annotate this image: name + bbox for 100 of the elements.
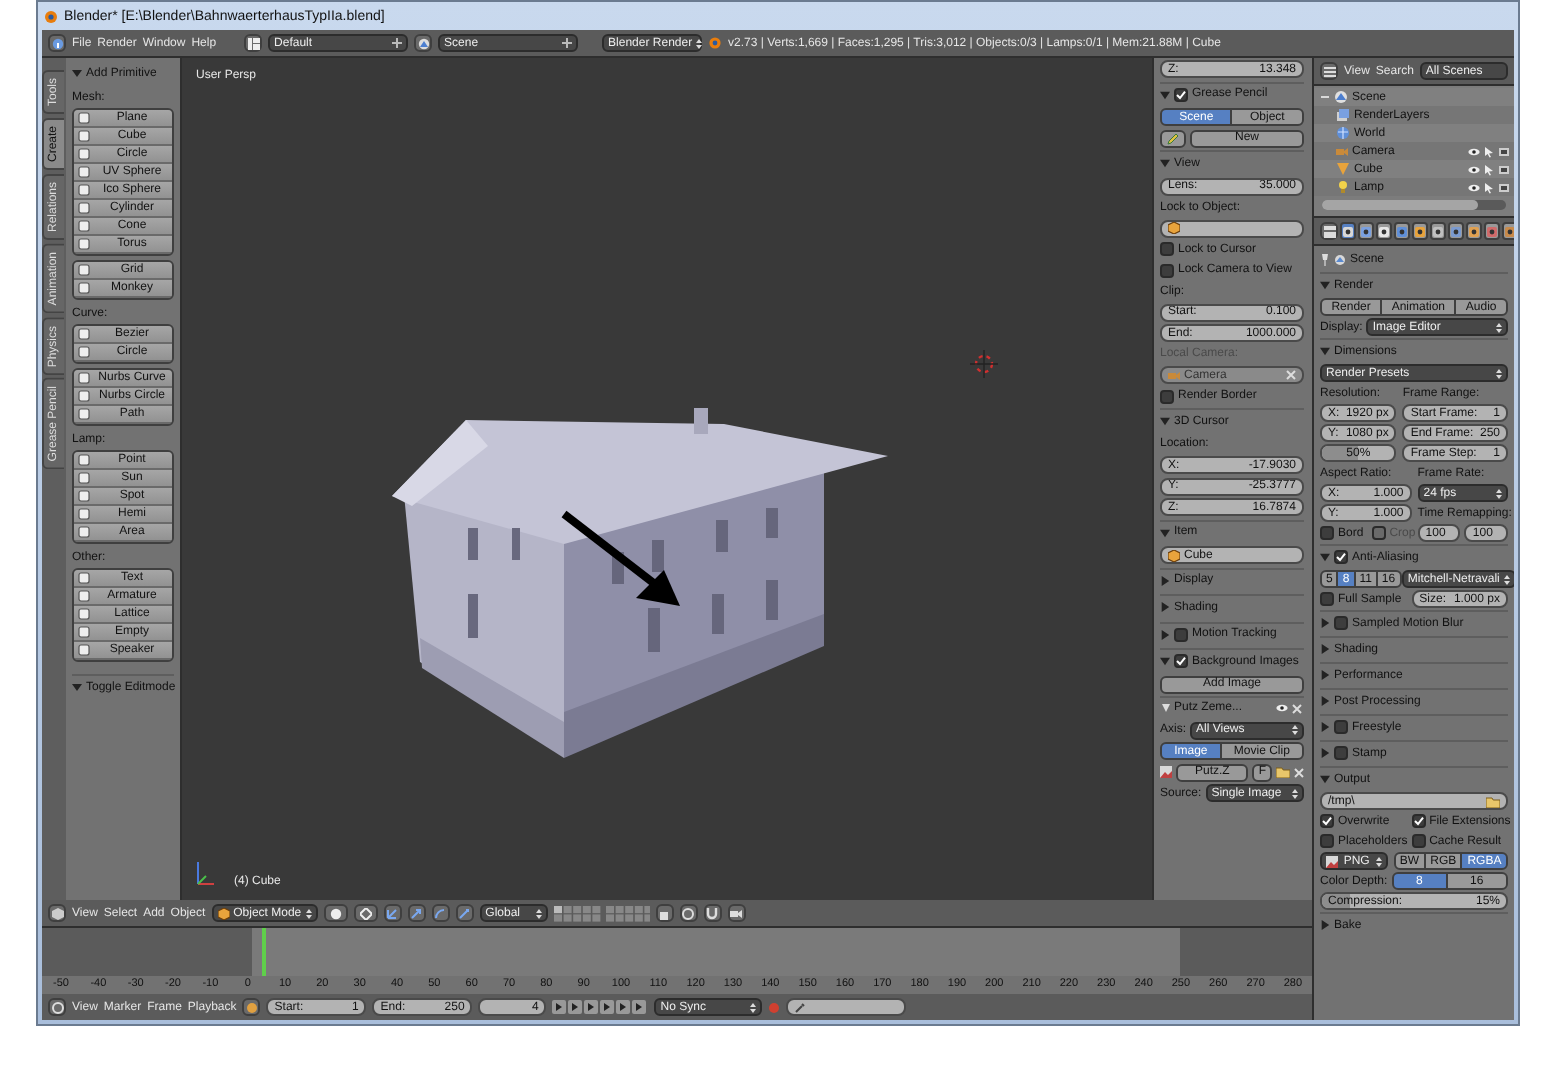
pin-icon — [1320, 253, 1330, 265]
pencil-button[interactable] — [1160, 129, 1186, 147]
checkbox[interactable] — [1411, 834, 1426, 848]
render-button[interactable] — [727, 904, 746, 922]
layout-button[interactable] — [244, 34, 263, 52]
property-tab[interactable] — [1502, 222, 1514, 240]
checkbox[interactable] — [1174, 654, 1188, 668]
property-tab[interactable] — [1358, 222, 1374, 240]
folder-icon — [1276, 766, 1290, 778]
updown-icon — [1292, 787, 1298, 799]
render-icon — [1498, 181, 1510, 193]
checkbox[interactable] — [1320, 526, 1334, 540]
manipulator-icon — [386, 907, 399, 919]
property-tab[interactable] — [1430, 222, 1446, 240]
layout-icon — [247, 37, 260, 49]
keying-set-field[interactable] — [786, 998, 907, 1016]
disclosure-triangle-icon — [72, 68, 82, 78]
layers-grid-icon — [553, 905, 650, 921]
blender-logo-icon — [708, 36, 723, 50]
updown-icon — [750, 1001, 757, 1013]
editor-type-button[interactable] — [48, 34, 66, 52]
close-icon — [1286, 370, 1296, 380]
pivot-button[interactable] — [353, 904, 378, 922]
checkbox[interactable] — [1160, 242, 1174, 256]
magnet-icon — [706, 907, 719, 919]
circle-icon — [682, 907, 695, 919]
checkbox[interactable] — [1334, 720, 1348, 734]
eye-icon[interactable] — [1468, 165, 1480, 173]
updown-icon — [1375, 855, 1382, 867]
render-icon — [1498, 163, 1510, 175]
editor-type-button[interactable] — [48, 904, 66, 922]
image-icon — [1160, 766, 1172, 778]
checkbox[interactable] — [1320, 592, 1334, 606]
updown-icon — [1496, 367, 1502, 379]
lamp-icon — [1336, 180, 1350, 194]
property-tab[interactable] — [1448, 222, 1464, 240]
scrollbar[interactable] — [1322, 200, 1506, 210]
disclosure-triangle-icon — [72, 682, 82, 692]
add-icon — [562, 38, 573, 48]
checkbox[interactable] — [1334, 616, 1348, 630]
checkbox[interactable] — [1174, 627, 1188, 641]
translate-button[interactable] — [407, 904, 426, 922]
rotate-button[interactable] — [431, 904, 450, 922]
lock-button[interactable] — [655, 904, 674, 922]
shading-button[interactable] — [323, 904, 348, 922]
image-icon — [1326, 855, 1338, 867]
updown-icon — [696, 37, 703, 49]
updown-icon — [1496, 487, 1502, 499]
property-tab[interactable] — [1412, 222, 1428, 240]
key-icon — [794, 1001, 807, 1013]
checkbox[interactable] — [1160, 389, 1174, 403]
manipulator-button[interactable] — [383, 904, 402, 922]
rotate-icon — [434, 907, 447, 919]
updown-icon — [305, 907, 312, 919]
editor-type-button[interactable] — [48, 998, 66, 1016]
snap-button[interactable] — [703, 904, 722, 922]
editor-type-button[interactable] — [1320, 222, 1338, 240]
lock-icon — [658, 907, 671, 919]
property-tab[interactable] — [1466, 222, 1482, 240]
scale-button[interactable] — [455, 904, 474, 922]
checkbox[interactable] — [1320, 814, 1334, 828]
updown-icon — [1503, 573, 1510, 585]
property-tab[interactable] — [1484, 222, 1500, 240]
checkbox[interactable] — [1320, 834, 1334, 848]
close-icon — [1292, 703, 1302, 713]
scene-button[interactable] — [414, 34, 433, 52]
close-icon — [1294, 767, 1304, 777]
checkbox[interactable] — [1160, 263, 1174, 277]
property-tab[interactable] — [1376, 222, 1392, 240]
info-icon — [51, 37, 63, 49]
arrow-icon — [561, 510, 680, 606]
editor-type-button[interactable] — [1320, 62, 1338, 80]
proportional-button[interactable] — [679, 904, 698, 922]
checkbox[interactable] — [1174, 87, 1188, 101]
render-icon — [1498, 145, 1510, 157]
preview-range-button[interactable] — [242, 998, 261, 1016]
checkbox[interactable] — [1411, 814, 1426, 828]
eye-icon[interactable] — [1468, 183, 1480, 191]
blender-logo-icon — [42, 8, 58, 24]
arrow-icon — [410, 907, 423, 919]
updown-icon — [1496, 321, 1502, 333]
updown-icon — [1292, 724, 1298, 736]
checkbox[interactable] — [1334, 550, 1348, 564]
axis-icon — [197, 861, 215, 885]
text-field[interactable] — [1160, 219, 1304, 237]
checkbox[interactable] — [1334, 746, 1348, 760]
clock-icon — [245, 1001, 258, 1013]
property-tab[interactable] — [1340, 222, 1356, 240]
record-icon — [768, 1001, 781, 1013]
scale-icon — [458, 907, 471, 919]
eye-icon — [1276, 704, 1288, 712]
property-tab[interactable] — [1394, 222, 1410, 240]
current-frame-line — [262, 928, 267, 976]
pencil-icon — [1166, 131, 1180, 145]
3d-cursor-icon — [969, 349, 999, 379]
layout-icon — [1323, 225, 1335, 237]
playback-controls-icon — [552, 1000, 649, 1014]
eye-icon[interactable] — [1468, 147, 1480, 155]
clock-icon — [51, 1001, 63, 1013]
updown-icon — [535, 907, 542, 919]
